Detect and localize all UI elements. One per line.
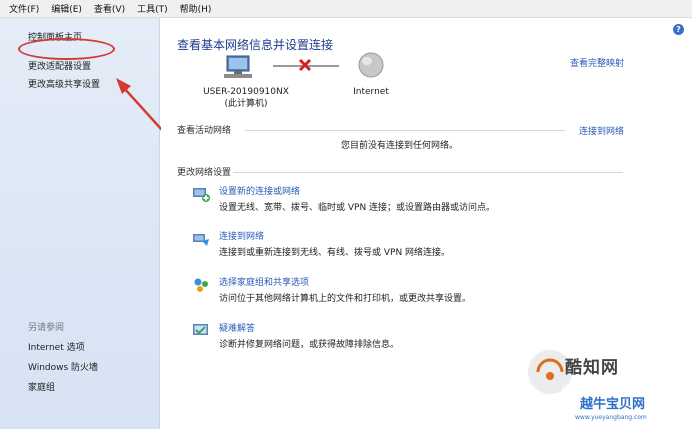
connect-to-network-link[interactable]: 连接到网络 <box>579 124 624 137</box>
change-settings-heading: 更改网络设置 <box>177 168 232 178</box>
task-description: 诊断并修复网络问题，或获得故障排除信息。 <box>219 340 400 350</box>
task-title[interactable]: 疑难解答 <box>219 321 255 334</box>
watermark-url: www.yueyangbang.com <box>575 414 647 421</box>
troubleshoot-icon <box>193 324 208 335</box>
no-connection-message: 您目前没有连接到任何网络。 <box>341 141 459 151</box>
computer-sub: (此计算机) <box>224 99 268 109</box>
divider <box>233 172 623 173</box>
help-icon[interactable]: ? <box>673 24 684 35</box>
connect-network-icon <box>193 234 209 246</box>
task-description: 访问位于其他网络计算机上的文件和打印机，或更改共享设置。 <box>219 294 472 304</box>
globe-icon <box>358 52 384 78</box>
task-description: 连接到或重新连接到无线、有线、拨号或 VPN 网络连接。 <box>219 248 451 258</box>
watermark-sub: 越牛宝贝网 <box>580 397 646 412</box>
homegroup-icon <box>194 278 208 292</box>
computer-label: USER-20190910NX (此计算机) <box>201 86 291 110</box>
active-networks-heading: 查看活动网络 <box>177 126 232 136</box>
internet-label: Internet <box>353 87 389 97</box>
task-description: 设置无线、宽带、拨号、临时或 VPN 连接；或设置路由器或访问点。 <box>219 203 496 213</box>
view-full-map-link[interactable]: 查看完整映射 <box>570 56 624 69</box>
watermark-brand: 酷知网 <box>565 358 619 378</box>
computer-icon <box>224 55 252 78</box>
task-title[interactable]: 选择家庭组和共享选项 <box>219 275 309 288</box>
task-title[interactable]: 设置新的连接或网络 <box>219 184 300 197</box>
new-connection-icon <box>193 188 210 202</box>
task-title[interactable]: 连接到网络 <box>219 229 264 242</box>
divider <box>245 130 565 131</box>
computer-name: USER-20190910NX <box>203 87 289 97</box>
